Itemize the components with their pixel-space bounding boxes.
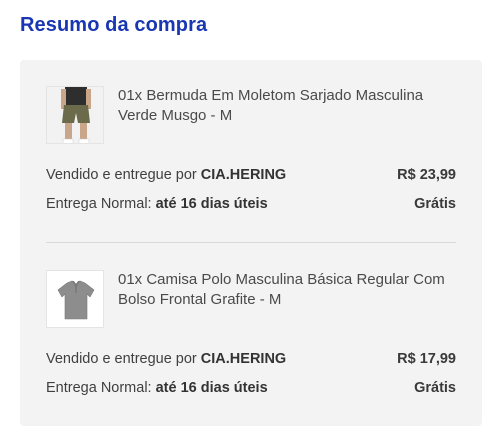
item-price: R$ 17,99 — [397, 351, 456, 367]
product-name[interactable]: 01x Camisa Polo Masculina Básica Regular… — [118, 270, 448, 310]
seller-row: Vendido e entregue por CIA.HERING R$ 23,… — [46, 165, 456, 185]
delivery-label: Entrega Normal: — [46, 196, 156, 212]
delivery-price: Grátis — [414, 196, 456, 212]
delivery-row: Entrega Normal: até 16 dias úteis Grátis — [46, 194, 456, 214]
shorts-product-image[interactable] — [46, 86, 104, 144]
delivery-time: até 16 dias úteis — [155, 380, 268, 396]
product-name[interactable]: 01x Bermuda Em Moletom Sarjado Masculina… — [118, 86, 448, 126]
item-divider — [46, 242, 456, 243]
delivery-row: Entrega Normal: até 16 dias úteis Grátis — [46, 378, 456, 398]
seller-name: CIA.HERING — [200, 167, 287, 183]
seller-row: Vendido e entregue por CIA.HERING R$ 17,… — [46, 349, 456, 369]
delivery-price: Grátis — [414, 380, 456, 396]
order-summary-card: 01x Bermuda Em Moletom Sarjado Masculina… — [20, 60, 482, 426]
sold-by-label: Vendido e entregue por — [46, 351, 201, 367]
item-price: R$ 23,99 — [397, 167, 456, 183]
seller-name: CIA.HERING — [200, 351, 287, 367]
page-title: Resumo da compra — [20, 14, 208, 36]
sold-by-label: Vendido e entregue por — [46, 167, 201, 183]
polo-shirt-product-image[interactable] — [46, 270, 104, 328]
delivery-label: Entrega Normal: — [46, 380, 156, 396]
delivery-time: até 16 dias úteis — [155, 196, 268, 212]
